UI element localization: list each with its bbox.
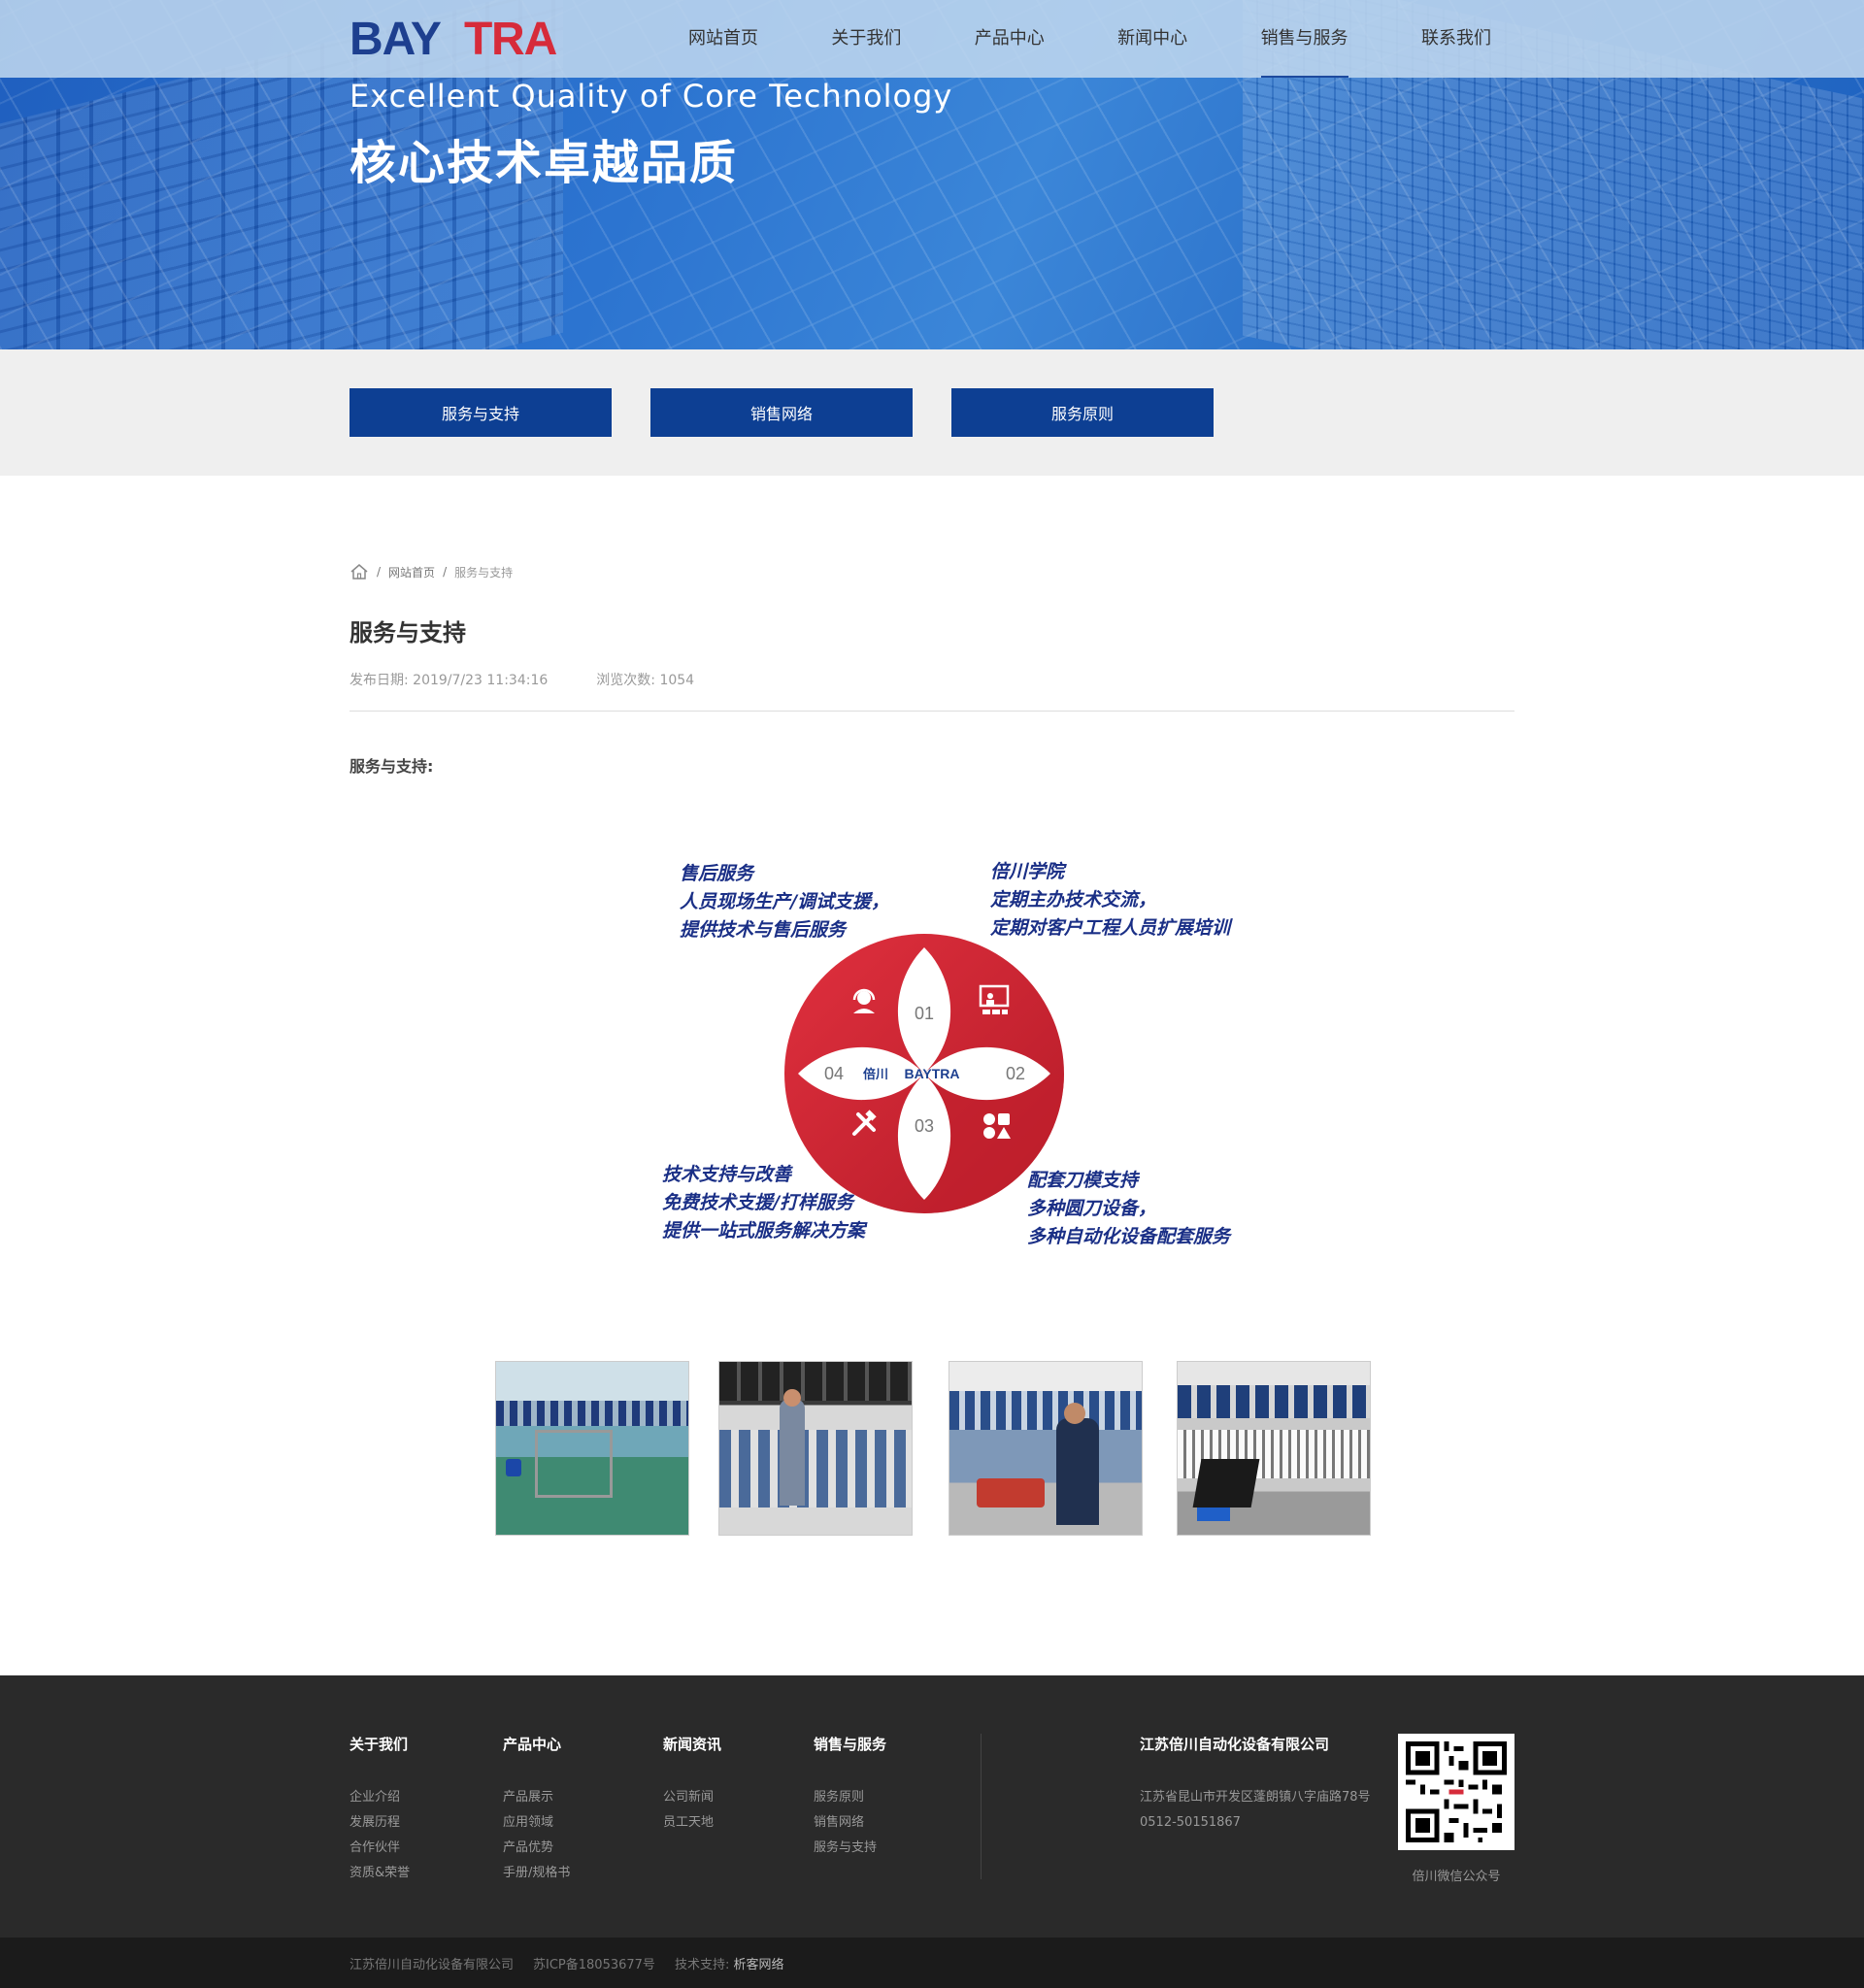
- center-brand: BAYTRA: [904, 1066, 959, 1081]
- nav-products[interactable]: 产品中心: [951, 0, 1068, 78]
- footer-column-title: 新闻资讯: [663, 1736, 722, 1753]
- breadcrumb-home-link[interactable]: 网站首页: [388, 564, 435, 580]
- footer-link[interactable]: 企业介绍: [350, 1785, 410, 1810]
- breadcrumb: / 网站首页 / 服务与支持: [350, 563, 513, 580]
- footer-company-info: 江苏倍川自动化设备有限公司 江苏省昆山市开发区蓬朗镇八字庙路78号 0512-5…: [1140, 1734, 1371, 1836]
- site-logo[interactable]: BAY T RA: [350, 14, 582, 62]
- top-navigation-bar: BAY T RA 网站首页 关于我们 产品中心 新闻中心 销售与服务 联系我们: [0, 0, 1864, 78]
- footer-link[interactable]: 销售网络: [814, 1810, 886, 1836]
- service-wheel: 01 02 03 04 倍川 BAYTRA: [784, 934, 1064, 1213]
- footer-link[interactable]: 服务与支持: [814, 1836, 886, 1861]
- svg-text:T: T: [464, 16, 492, 60]
- tech-support: 技术支持: 析客网络: [675, 1954, 784, 1972]
- company-address: 江苏省昆山市开发区蓬朗镇八字庙路78号: [1140, 1790, 1371, 1805]
- tech-support-label: 技术支持:: [674, 1957, 730, 1972]
- footer-link[interactable]: 手册/规格书: [503, 1861, 570, 1886]
- company-phone: 0512-50151867: [1140, 1815, 1241, 1830]
- svg-text:BAY: BAY: [350, 16, 442, 60]
- svg-text:RA: RA: [491, 16, 557, 60]
- sub-navigation: 服务与支持 销售网络 服务原则: [0, 349, 1864, 476]
- qr-code-icon: [1406, 1741, 1507, 1842]
- caption-line: 售后服务: [680, 863, 754, 884]
- subnav-service-support-button[interactable]: 服务与支持: [350, 388, 612, 437]
- copyright-company: 江苏倍川自动化设备有限公司: [350, 1957, 515, 1972]
- page-title: 服务与支持: [350, 619, 466, 646]
- baytra-logo-icon: BAY T RA: [350, 16, 558, 60]
- icp-link[interactable]: 苏ICP备18053677号: [533, 1954, 655, 1972]
- copyright-bar: 江苏倍川自动化设备有限公司 苏ICP备18053677号 技术支持: 析客网络: [0, 1938, 1864, 1988]
- nav-contact[interactable]: 联系我们: [1398, 0, 1514, 78]
- footer-column-title: 销售与服务: [814, 1736, 887, 1753]
- breadcrumb-current: 服务与支持: [454, 565, 514, 580]
- factory-photo[interactable]: [1177, 1361, 1371, 1536]
- factory-photo[interactable]: [949, 1361, 1143, 1536]
- footer-link[interactable]: 产品展示: [503, 1785, 570, 1810]
- number-01: 01: [915, 1004, 934, 1023]
- footer-link[interactable]: 产品优势: [503, 1836, 570, 1861]
- main-nav: 网站首页 关于我们 产品中心 新闻中心 销售与服务 联系我们: [665, 0, 1514, 78]
- factory-photo[interactable]: [718, 1361, 913, 1536]
- caption-line: 多种自动化设备配套服务: [1027, 1226, 1231, 1247]
- footer-link[interactable]: 服务原则: [814, 1785, 886, 1810]
- service-diagram: 售后服务 人员现场生产/调试支援， 提供技术与售后服务 倍川学院 定期主办技术交…: [641, 845, 1243, 1262]
- footer-column-title: 关于我们: [350, 1736, 409, 1753]
- nav-home[interactable]: 网站首页: [665, 0, 782, 78]
- number-02: 02: [1006, 1064, 1025, 1083]
- nav-sales-service[interactable]: 销售与服务: [1238, 0, 1372, 78]
- nav-news[interactable]: 新闻中心: [1094, 0, 1211, 78]
- subnav-sales-network-button[interactable]: 销售网络: [650, 388, 913, 437]
- footer-column-about: 关于我们 企业介绍 发展历程 合作伙伴 资质&荣誉: [350, 1734, 410, 1886]
- divider: [350, 711, 1514, 712]
- footer-column-title: 产品中心: [503, 1736, 562, 1753]
- publish-date: 发布日期: 2019/7/23 11:34:16: [350, 673, 549, 688]
- footer: 关于我们 企业介绍 发展历程 合作伙伴 资质&荣誉 产品中心 产品展示 应用领域…: [0, 1675, 1864, 1938]
- article-lead: 服务与支持:: [350, 757, 434, 776]
- caption-line: 人员现场生产/调试支援，: [680, 891, 889, 912]
- factory-photo[interactable]: [495, 1361, 689, 1536]
- home-icon[interactable]: [350, 563, 369, 580]
- footer-column-products: 产品中心 产品展示 应用领域 产品优势 手册/规格书: [503, 1734, 570, 1886]
- nav-about[interactable]: 关于我们: [808, 0, 924, 78]
- breadcrumb-separator: /: [443, 565, 448, 579]
- footer-link[interactable]: 发展历程: [350, 1810, 410, 1836]
- footer-link[interactable]: 资质&荣誉: [350, 1861, 410, 1886]
- view-count: 浏览次数: 1054: [596, 673, 695, 688]
- factory-photo-gallery: [495, 1361, 1371, 1536]
- footer-divider: [981, 1734, 982, 1879]
- footer-link[interactable]: 员工天地: [663, 1810, 721, 1836]
- copyright-info: 江苏倍川自动化设备有限公司 苏ICP备18053677号 技术支持: 析客网络: [350, 1954, 783, 1972]
- banner-slogan-cn: 核心技术卓越品质: [350, 136, 739, 190]
- qr-caption: 倍川微信公众号: [1412, 1870, 1501, 1884]
- subnav-service-principles-button[interactable]: 服务原则: [951, 388, 1214, 437]
- footer-column-news: 新闻资讯 公司新闻 员工天地: [663, 1734, 721, 1836]
- footer-link[interactable]: 应用领域: [503, 1810, 570, 1836]
- caption-line: 提供一站式服务解决方案: [662, 1220, 866, 1242]
- tech-support-vendor[interactable]: 析客网络: [733, 1958, 783, 1972]
- wechat-qr-code: [1398, 1734, 1514, 1850]
- center-brand-cn: 倍川: [863, 1067, 888, 1081]
- footer-link[interactable]: 公司新闻: [663, 1785, 721, 1810]
- breadcrumb-separator: /: [377, 565, 382, 579]
- article-meta: 发布日期: 2019/7/23 11:34:16 浏览次数: 1054: [350, 670, 694, 689]
- caption-line: 倍川学院: [990, 861, 1065, 882]
- company-name: 江苏倍川自动化设备有限公司: [1140, 1736, 1330, 1753]
- footer-link[interactable]: 合作伙伴: [350, 1836, 410, 1861]
- number-03: 03: [915, 1116, 934, 1136]
- caption-line: 定期主办技术交流，: [990, 889, 1157, 911]
- number-04: 04: [824, 1064, 844, 1083]
- footer-column-sales: 销售与服务 服务原则 销售网络 服务与支持: [814, 1734, 886, 1861]
- banner-slogan-en: Excellent Quality of Core Technology: [350, 78, 953, 115]
